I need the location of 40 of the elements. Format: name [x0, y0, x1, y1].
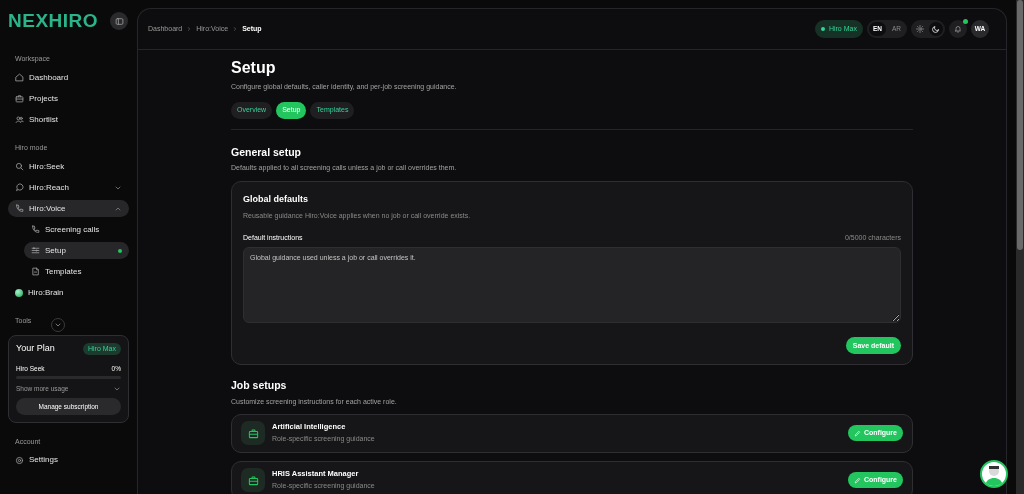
sidebar-item[interactable]: Screening calls	[24, 221, 129, 238]
section-title: General setup	[231, 144, 303, 160]
phone-icon	[15, 204, 24, 213]
chat-bubble-icon	[15, 183, 24, 192]
sidebar-item[interactable]: Settings	[8, 451, 129, 469]
moon-icon[interactable]	[929, 22, 943, 36]
sliders-icon	[31, 246, 40, 255]
people-icon	[15, 115, 24, 124]
sidebar-item[interactable]: Hiro:Brain	[8, 284, 129, 301]
sidebar-item[interactable]: Setup	[24, 242, 129, 259]
plan-title: Your Plan	[16, 342, 55, 355]
page-title: Setup	[231, 58, 277, 78]
orb-icon	[15, 288, 23, 297]
chevron-down-icon	[54, 321, 63, 329]
phone-icon	[31, 225, 40, 234]
briefcase-icon	[241, 421, 265, 445]
sidebar-item[interactable]: Hiro:Reach	[8, 179, 129, 196]
sidebar-item[interactable]: Hiro:Seek	[8, 158, 129, 175]
section-title: Job setups	[231, 378, 288, 394]
pencil-icon	[853, 476, 861, 484]
logo[interactable]: NEXHIRO	[8, 6, 99, 36]
home-icon	[15, 73, 24, 82]
search-icon	[15, 162, 24, 171]
briefcase-icon	[15, 94, 24, 103]
sidebar-item[interactable]: Hiro:Voice	[8, 200, 129, 217]
document-icon	[31, 267, 40, 276]
card-title: Global defaults	[243, 192, 309, 206]
sidebar-toggle-icon[interactable]	[110, 12, 128, 30]
bell-icon	[954, 25, 962, 33]
sidebar-item[interactable]: Shortlist	[8, 111, 129, 128]
pencil-icon	[853, 429, 861, 437]
chevron-right-icon	[232, 26, 239, 32]
scrollbar[interactable]	[1016, 0, 1024, 494]
settings-icon	[15, 455, 24, 465]
sidebar-item[interactable]: Templates	[24, 263, 129, 280]
briefcase-icon	[241, 468, 265, 492]
sidebar-item[interactable]: Projects	[8, 90, 129, 107]
chevron-right-icon	[186, 26, 193, 32]
sidebar-item[interactable]: Dashboard	[8, 69, 129, 86]
notifications-button[interactable]	[949, 20, 967, 38]
